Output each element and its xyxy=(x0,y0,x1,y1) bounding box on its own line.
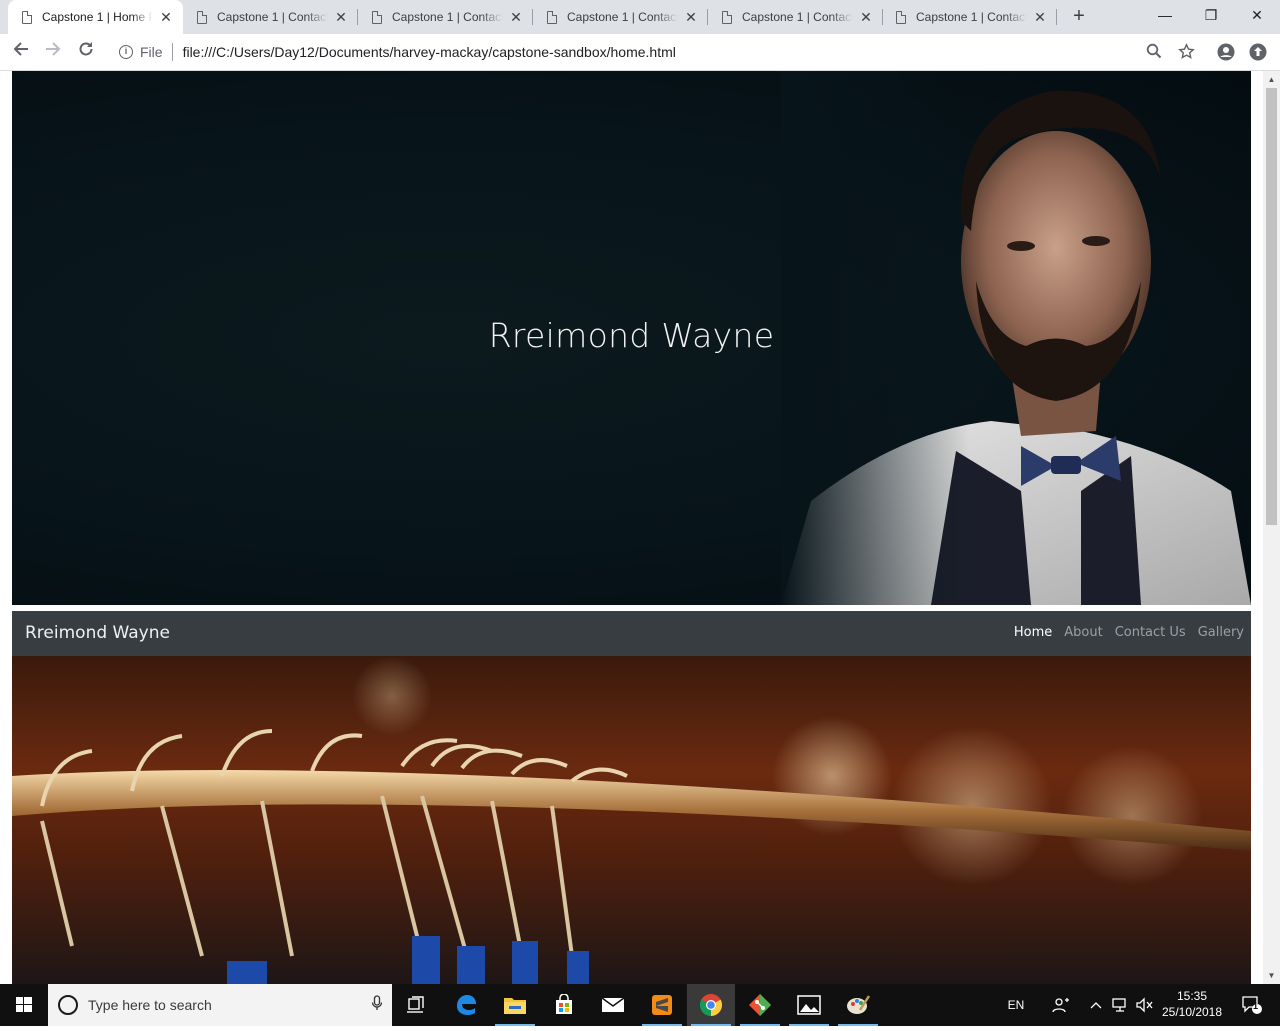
search-placeholder: Type here to search xyxy=(88,997,212,1013)
close-icon[interactable]: ✕ xyxy=(859,9,873,26)
photos-icon[interactable] xyxy=(785,984,833,1026)
browser-toolbar: i File file:///C:/Users/Day12/Documents/… xyxy=(0,34,1280,71)
close-icon[interactable]: ✕ xyxy=(334,9,348,26)
info-icon[interactable]: i xyxy=(119,45,133,59)
tab-title: Capstone 1 | Contact Us xyxy=(916,10,1027,24)
tab-home[interactable]: Capstone 1 | Home Page ✕ xyxy=(8,0,183,34)
paint-icon[interactable] xyxy=(834,984,882,1026)
document-icon xyxy=(547,10,557,24)
people-icon[interactable] xyxy=(1046,984,1076,1026)
mail-icon[interactable] xyxy=(589,984,637,1026)
bookmark-star-icon[interactable] xyxy=(1177,43,1195,61)
page-scrollbar[interactable]: ▲ ▼ xyxy=(1263,71,1280,984)
scheme-label: File xyxy=(140,44,163,60)
chevron-up-icon[interactable] xyxy=(1086,984,1106,1026)
site-navbar: Rreimond Wayne Home About Contact Us Gal… xyxy=(12,611,1251,656)
tab-contact[interactable]: Capstone 1 | Contact Us ✕ xyxy=(183,0,358,34)
cortana-icon[interactable] xyxy=(58,995,78,1015)
nav-link-contact-us[interactable]: Contact Us xyxy=(1115,625,1186,640)
taskbar-search-box[interactable]: Type here to search xyxy=(48,984,392,1026)
network-icon[interactable] xyxy=(1108,984,1132,1026)
close-icon[interactable]: ✕ xyxy=(509,9,523,26)
reload-button[interactable] xyxy=(74,40,98,64)
document-icon xyxy=(372,10,382,24)
system-clock[interactable]: 15:35 25/10/2018 xyxy=(1160,988,1224,1020)
tab-title: Capstone 1 | Contact Us xyxy=(217,10,328,24)
forward-arrow-icon xyxy=(46,42,61,56)
close-icon[interactable]: ✕ xyxy=(1033,9,1047,26)
git-icon[interactable] xyxy=(736,984,784,1026)
omnibox-divider xyxy=(171,43,173,61)
language-indicator[interactable]: EN xyxy=(1000,984,1032,1026)
file-explorer-icon[interactable] xyxy=(491,984,539,1026)
hero-banner: Rreimond Wayne xyxy=(12,71,1251,605)
document-icon xyxy=(197,10,207,24)
nav-link-gallery[interactable]: Gallery xyxy=(1198,625,1244,640)
nav-link-home[interactable]: Home xyxy=(1014,625,1052,640)
nav-link-about[interactable]: About xyxy=(1064,625,1102,640)
zoom-icon[interactable] xyxy=(1145,43,1163,61)
start-button[interactable] xyxy=(0,984,48,1026)
tab-contact[interactable]: Capstone 1 | Contact Us ✕ xyxy=(533,0,708,34)
chrome-icon[interactable] xyxy=(687,984,735,1026)
tab-title: Capstone 1 | Contact Us xyxy=(392,10,503,24)
close-icon[interactable]: ✕ xyxy=(684,9,698,26)
tab-title: Capstone 1 | Home Page xyxy=(42,10,153,24)
tab-title: Capstone 1 | Contact Us xyxy=(567,10,678,24)
update-icon[interactable] xyxy=(1249,43,1267,61)
document-icon xyxy=(722,10,732,24)
nav-links: Home About Contact Us Gallery xyxy=(1014,625,1244,640)
edge-icon[interactable] xyxy=(442,984,490,1026)
minimize-button[interactable]: — xyxy=(1142,0,1188,30)
action-center-icon[interactable]: 1 xyxy=(1232,984,1272,1026)
store-icon[interactable] xyxy=(540,984,588,1026)
profile-avatar-icon[interactable] xyxy=(1217,43,1235,61)
tab-contact[interactable]: Capstone 1 | Contact Us ✕ xyxy=(708,0,883,34)
microphone-icon[interactable] xyxy=(362,995,392,1015)
reload-icon xyxy=(79,42,93,56)
window-close-button[interactable]: ✕ xyxy=(1234,0,1280,30)
sublime-text-icon[interactable] xyxy=(638,984,686,1026)
windows-logo-icon xyxy=(16,997,32,1012)
back-button[interactable] xyxy=(9,40,33,64)
navbar-brand[interactable]: Rreimond Wayne xyxy=(25,623,170,643)
clock-time: 15:35 xyxy=(1176,989,1208,1003)
back-arrow-icon xyxy=(13,42,28,56)
tab-separator xyxy=(1056,9,1057,25)
page-viewport: Rreimond Wayne Rreimond Wayne Home About… xyxy=(0,71,1280,984)
document-icon xyxy=(22,10,32,24)
restore-button[interactable]: ❐ xyxy=(1188,0,1234,30)
tab-strip: Capstone 1 | Home Page ✕ Capstone 1 | Co… xyxy=(0,0,1280,34)
url-text[interactable]: file:///C:/Users/Day12/Documents/harvey-… xyxy=(183,44,676,60)
scroll-thumb[interactable] xyxy=(1266,88,1277,525)
task-view-icon[interactable] xyxy=(392,984,440,1026)
scroll-down-arrow[interactable]: ▼ xyxy=(1263,967,1280,984)
clothing-rack-photo xyxy=(12,656,1251,984)
tab-contact[interactable]: Capstone 1 | Contact Us ✕ xyxy=(358,0,533,34)
notification-count: 1 xyxy=(1253,1001,1259,1011)
scroll-up-arrow[interactable]: ▲ xyxy=(1263,71,1280,88)
clock-date: 25/10/2018 xyxy=(1161,1005,1223,1019)
tab-title: Capstone 1 | Contact Us xyxy=(742,10,853,24)
volume-muted-icon[interactable] xyxy=(1132,984,1156,1026)
forward-button[interactable] xyxy=(41,40,65,64)
address-bar[interactable]: i File file:///C:/Users/Day12/Documents/… xyxy=(110,38,1204,66)
hero-title: Rreimond Wayne xyxy=(488,316,775,355)
tab-contact[interactable]: Capstone 1 | Contact Us ✕ xyxy=(882,0,1057,34)
windows-taskbar: Type here to search EN 15:35 25/10/2018 … xyxy=(0,984,1280,1026)
new-tab-button[interactable]: + xyxy=(1068,5,1090,27)
close-icon[interactable]: ✕ xyxy=(159,9,173,26)
document-icon xyxy=(896,10,906,24)
